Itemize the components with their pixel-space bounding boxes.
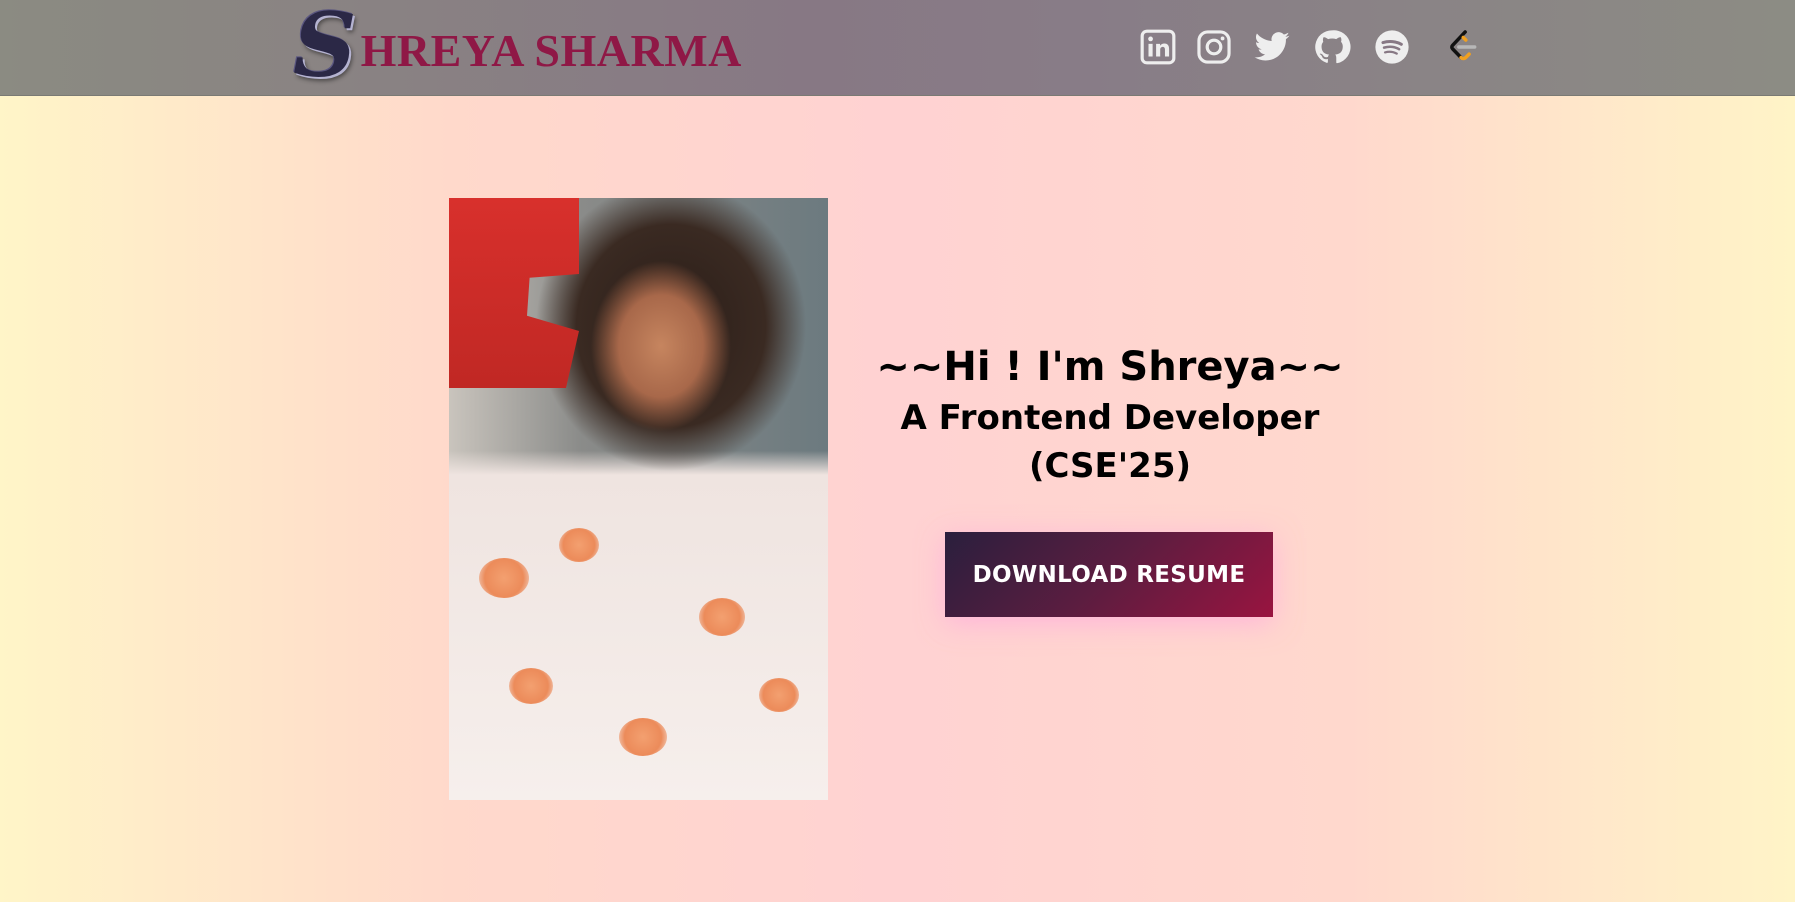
site-logo[interactable]: S HREYA SHARMA: [293, 0, 742, 97]
linkedin-icon: [1140, 29, 1176, 65]
spotify-icon: [1375, 30, 1409, 64]
spotify-link[interactable]: [1371, 26, 1413, 68]
photo-flower-print: [559, 528, 599, 562]
twitter-icon: [1254, 32, 1290, 61]
photo-flower-print: [479, 558, 529, 598]
instagram-icon: [1197, 30, 1231, 64]
photo-flower-print: [699, 598, 745, 636]
hero-batch: (CSE'25): [1028, 446, 1192, 486]
linkedin-link[interactable]: [1137, 26, 1179, 68]
logo-text: HREYA SHARMA: [360, 24, 742, 76]
twitter-link[interactable]: [1251, 26, 1293, 68]
hero-subtitle: A Frontend Developer: [900, 398, 1320, 438]
hero-title: ~~Hi ! I'm Shreya~~: [876, 344, 1344, 390]
photo-flower-print: [509, 668, 553, 704]
github-icon: [1315, 30, 1351, 64]
photo-background-sign: [449, 198, 579, 388]
photo-flower-print: [759, 678, 799, 712]
download-resume-button[interactable]: DOWNLOAD RESUME: [945, 532, 1273, 617]
instagram-link[interactable]: [1193, 26, 1235, 68]
hero-intro: ~~Hi ! I'm Shreya~~ A Frontend Developer…: [860, 340, 1360, 490]
logo-letter: S: [293, 0, 357, 97]
leetcode-icon: [1450, 30, 1477, 61]
top-navbar: S HREYA SHARMA: [0, 0, 1795, 96]
github-link[interactable]: [1311, 26, 1353, 68]
profile-photo: [449, 198, 828, 800]
photo-flower-print: [619, 718, 667, 756]
leetcode-link[interactable]: [1441, 26, 1483, 68]
